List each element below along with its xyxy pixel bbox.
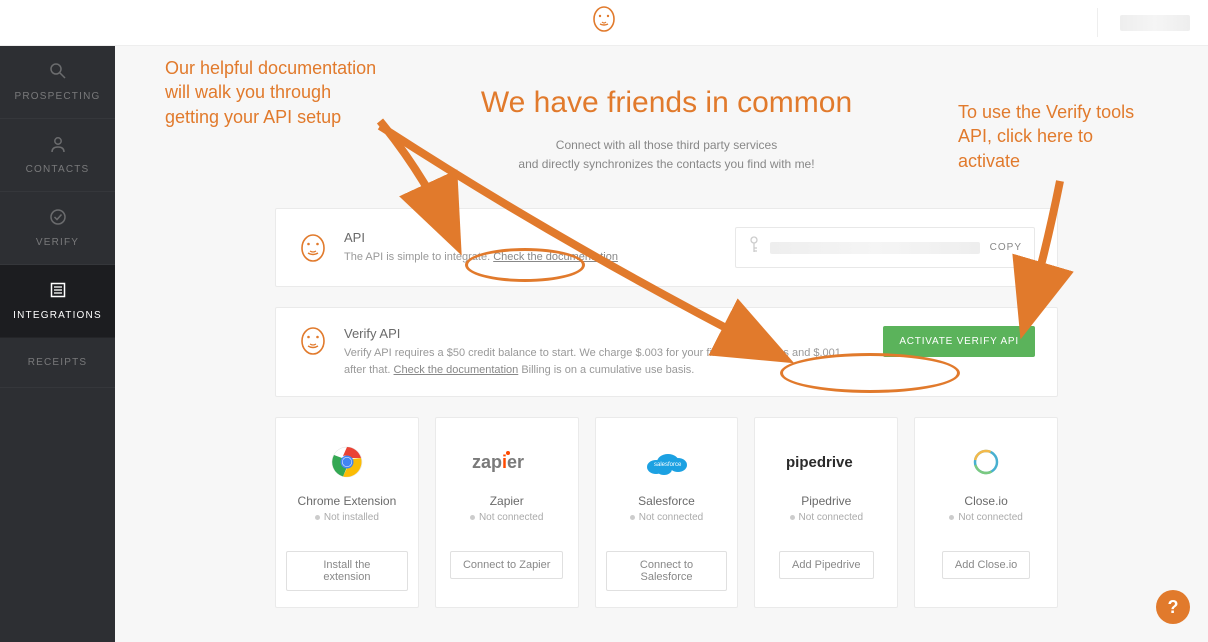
subtitle-line: Connect with all those third party servi… [275,136,1058,155]
integration-action-button[interactable]: Add Pipedrive [779,551,874,579]
zapier-icon: zapier [472,438,542,486]
api-desc-text: The API is simple to integrate. [344,251,493,263]
face-logo-icon [298,233,328,263]
integration-card-chrome: Chrome Extension Not installed Install t… [275,417,419,608]
search-icon [49,62,67,85]
integration-card-salesforce: salesforce Salesforce Not connected Conn… [595,417,739,608]
api-card-body: API The API is simple to integrate. Chec… [344,230,618,266]
activate-verify-button[interactable]: ACTIVATE VERIFY API [883,326,1035,357]
integration-card-pipedrive: pipedrive Pipedrive Not connected Add Pi… [754,417,898,608]
sidebar-item-verify[interactable]: VERIFY [0,192,115,265]
integration-card-zapier: zapier Zapier Not connected Connect to Z… [435,417,579,608]
key-icon [748,236,760,259]
integration-status: Not connected [949,512,1023,523]
integration-status: Not installed [315,512,379,523]
api-card: API The API is simple to integrate. Chec… [275,208,1058,287]
integration-title: Salesforce [638,494,695,508]
integration-title: Zapier [490,494,524,508]
salesforce-icon: salesforce [642,438,690,486]
top-header [0,0,1208,46]
app-logo [591,6,617,39]
verify-api-card: Verify API Verify API requires a $50 cre… [275,307,1058,397]
integration-card-closeio: Close.io Not connected Add Close.io [914,417,1058,608]
copy-button[interactable]: COPY [990,242,1022,253]
closeio-icon [969,438,1003,486]
integration-action-button[interactable]: Install the extension [286,551,408,591]
chrome-icon [330,438,364,486]
page-title: We have friends in common [275,86,1058,120]
sidebar-item-prospecting[interactable]: PROSPECTING [0,46,115,119]
sidebar-item-receipts[interactable]: RECEIPTS [0,338,115,388]
integration-status: Not connected [790,512,864,523]
person-icon [49,135,67,158]
sidebar-label: CONTACTS [26,164,90,175]
integration-title: Pipedrive [801,494,851,508]
pipedrive-icon: pipedrive [786,438,866,486]
api-doc-link[interactable]: Check the documentation [493,251,618,263]
verify-card-body: Verify API Verify API requires a $50 cre… [344,326,864,378]
verify-doc-link[interactable]: Check the documentation [394,364,519,376]
sidebar-item-contacts[interactable]: CONTACTS [0,119,115,192]
api-card-title: API [344,230,618,245]
annotation-left: Our helpful documentation will walk you … [165,56,385,129]
integrations-icon [49,281,67,304]
api-key-box: COPY [735,227,1035,268]
integration-action-button[interactable]: Connect to Salesforce [606,551,728,591]
integration-action-button[interactable]: Connect to Zapier [450,551,563,579]
user-menu[interactable] [1120,15,1190,31]
verify-card-desc: Verify API requires a $50 credit balance… [344,345,864,378]
page-subtitle: Connect with all those third party servi… [275,136,1058,174]
verify-card-title: Verify API [344,326,864,341]
integration-status: Not connected [470,512,544,523]
integration-title: Close.io [964,494,1007,508]
check-circle-icon [49,208,67,231]
svg-text:salesforce: salesforce [654,462,682,468]
annotation-right: To use the Verify tools API, click here … [958,100,1158,173]
integration-status: Not connected [630,512,704,523]
api-card-desc: The API is simple to integrate. Check th… [344,249,618,266]
sidebar-label: VERIFY [36,237,79,248]
header-divider [1097,8,1098,37]
api-key-value[interactable] [770,242,980,254]
integration-title: Chrome Extension [298,494,397,508]
sidebar: PROSPECTING CONTACTS VERIFY INTEGRATIONS… [0,46,115,642]
face-logo-icon [298,326,328,356]
verify-desc-suffix: Billing is on a cumulative use basis. [518,364,694,376]
integrations-grid: Chrome Extension Not installed Install t… [275,417,1058,608]
svg-text:pipedrive: pipedrive [786,454,853,471]
subtitle-line: and directly synchronizes the contacts y… [275,155,1058,174]
integration-action-button[interactable]: Add Close.io [942,551,1030,579]
help-button[interactable]: ? [1156,590,1190,624]
sidebar-label: RECEIPTS [28,357,88,368]
svg-text:zapier: zapier [472,452,524,472]
sidebar-label: PROSPECTING [15,91,101,102]
sidebar-item-integrations[interactable]: INTEGRATIONS [0,265,115,338]
sidebar-label: INTEGRATIONS [13,310,102,321]
